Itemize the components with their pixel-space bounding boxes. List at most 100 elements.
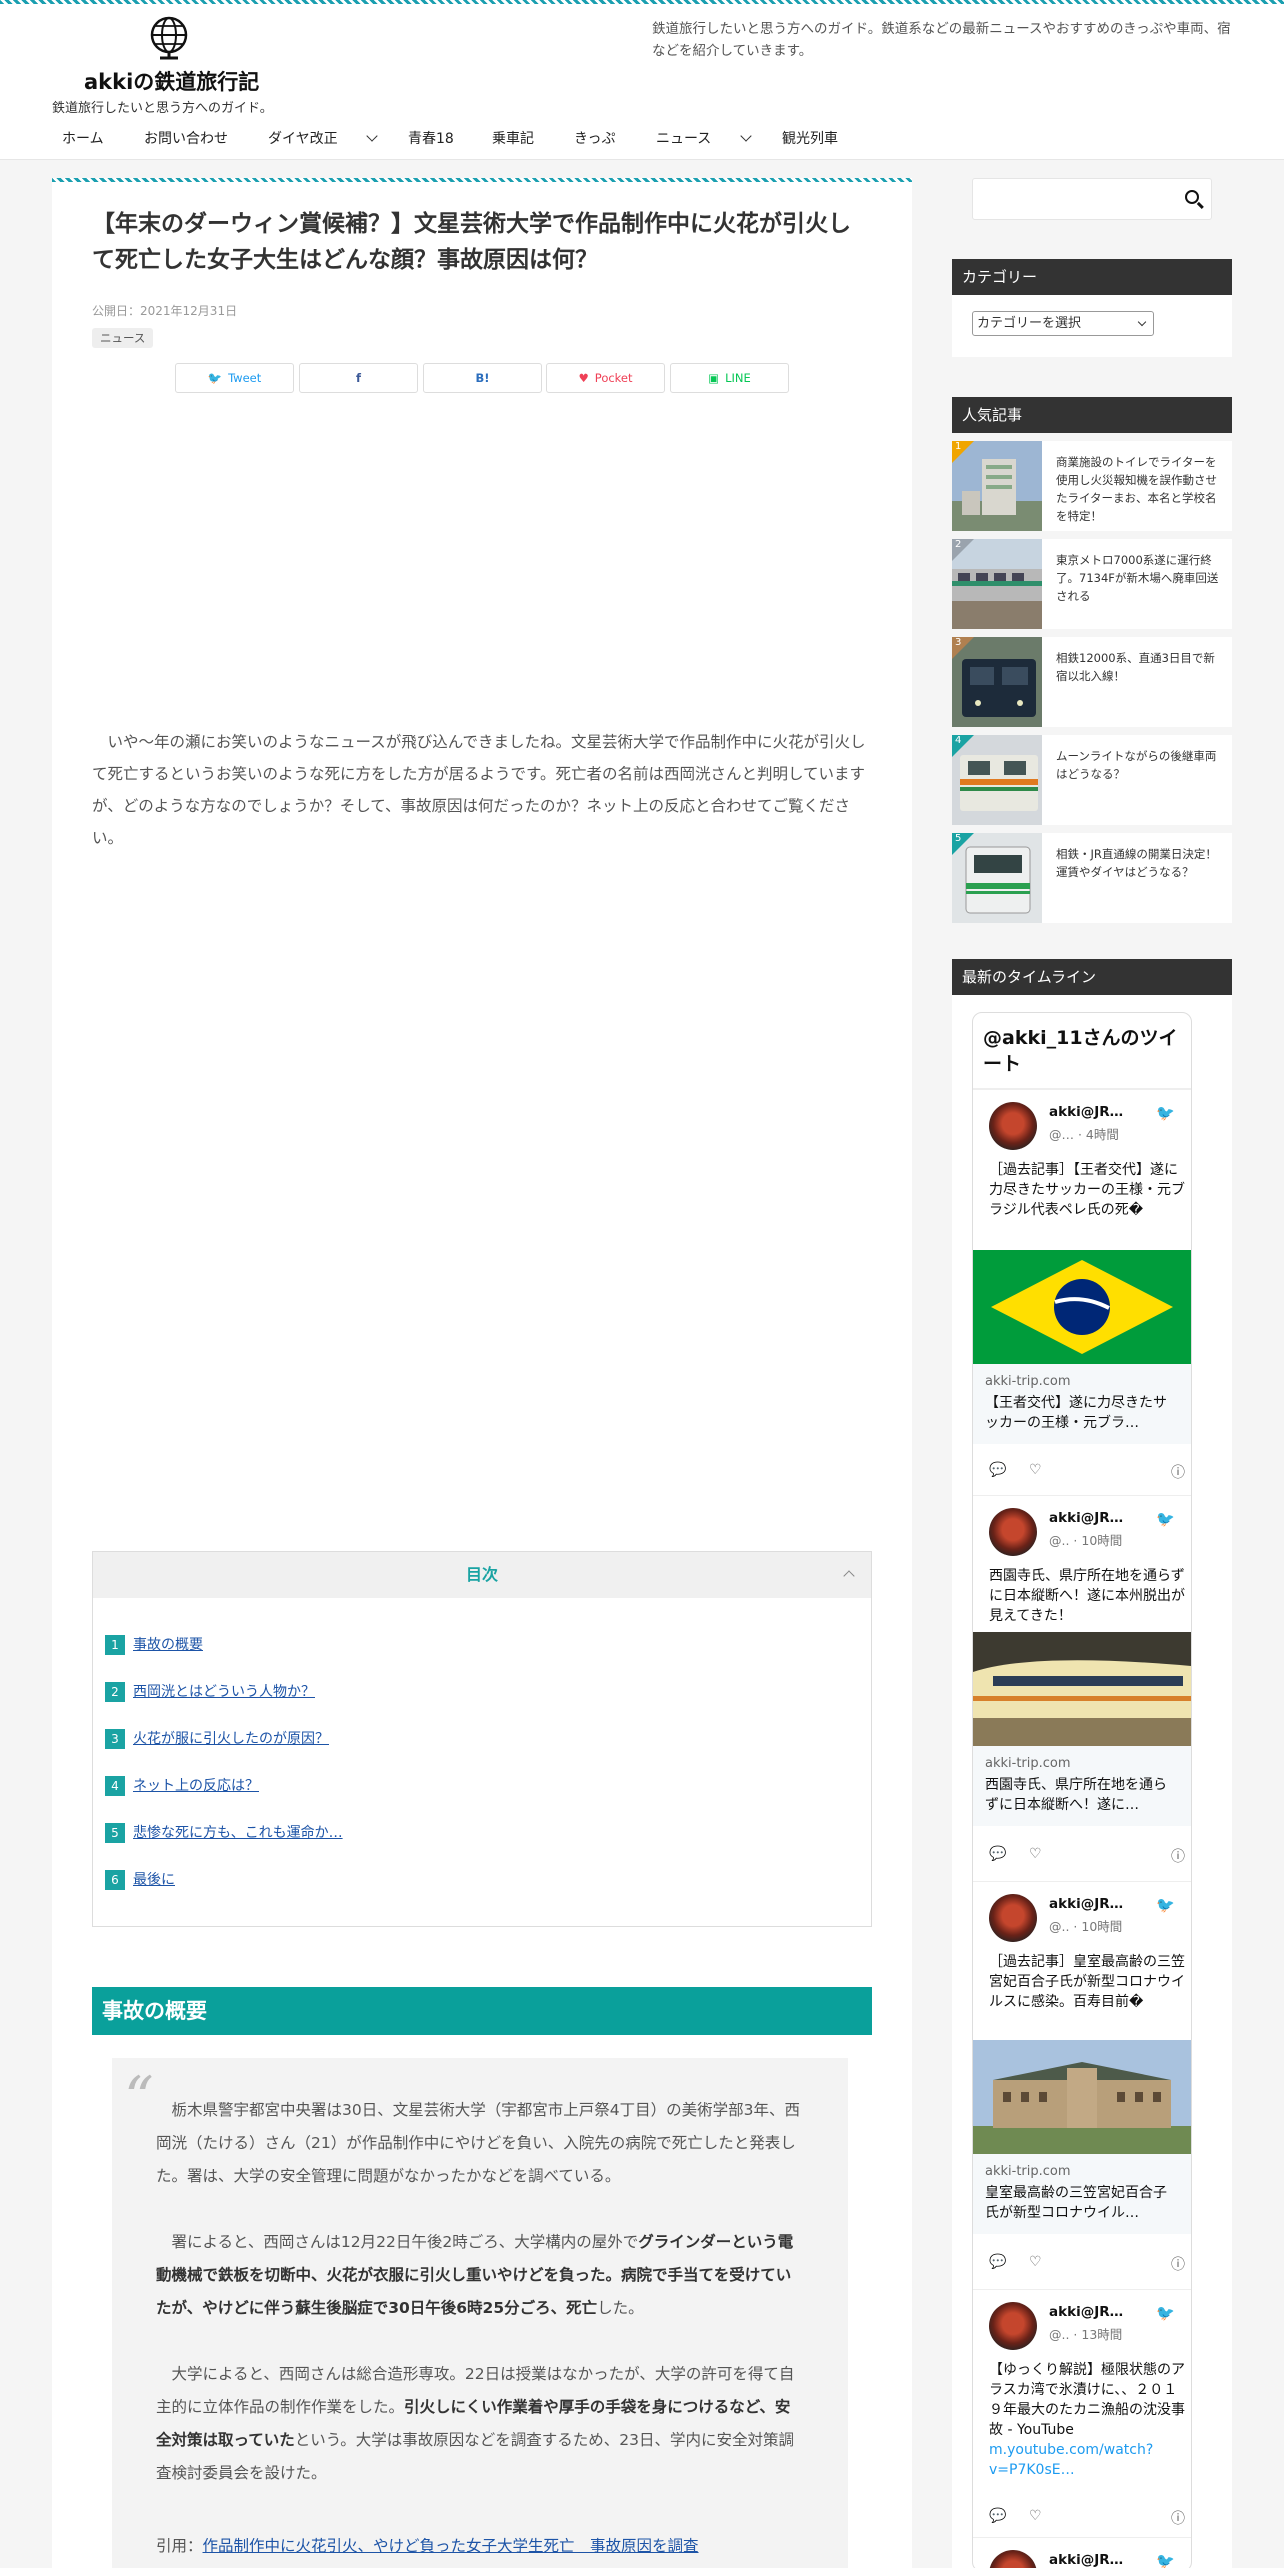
hatena-bookmark-button[interactable]: B! <box>423 363 542 393</box>
nav-item-timetable[interactable]: ダイヤ改正 <box>268 124 338 160</box>
info-icon[interactable]: ⓘ <box>1171 2508 1185 2528</box>
toc-link[interactable]: 最後に <box>133 1872 175 1888</box>
tweet-actions: 💬 ♡ ⓘ <box>989 2254 1185 2274</box>
tweet-author[interactable]: akki@JR… <box>1049 1896 1123 1912</box>
tweet[interactable]: akki@JR… @… · 4時間 🐦 ［過去記事］【王者交代】遂に力尽きたサッ… <box>973 1089 1191 1495</box>
nav-item-news[interactable]: ニュース <box>656 124 711 160</box>
reply-icon[interactable]: 💬 <box>989 2254 1006 2270</box>
reply-icon[interactable]: 💬 <box>989 2508 1006 2524</box>
reply-icon[interactable]: 💬 <box>989 1462 1006 1478</box>
info-icon[interactable]: ⓘ <box>1171 1846 1185 1866</box>
avatar[interactable] <box>989 2302 1037 2350</box>
toc-item[interactable]: 2 西岡洸とはどういう人物か？ <box>105 1681 315 1703</box>
avatar[interactable] <box>989 1508 1037 1556</box>
tweet-image[interactable] <box>973 1632 1191 1746</box>
tweet-image[interactable] <box>973 1250 1191 1364</box>
facebook-share-button[interactable]: f <box>299 363 418 393</box>
toc-item[interactable]: 1 事故の概要 <box>105 1634 203 1656</box>
tweet-image[interactable] <box>973 2040 1191 2154</box>
line-label: LINE <box>725 371 751 385</box>
avatar[interactable] <box>989 2550 1037 2568</box>
twitter-timeline[interactable]: @akki_11さんのツイート akki@JR… @… · 4時間 🐦 ［過去記… <box>972 1012 1192 2568</box>
quote-paragraph-1: 栃木県警宇都宮中央署は30日、文星芸術大学（宇都宮市上戸祭4丁目）の美術学部3年… <box>156 2101 800 2185</box>
search-input[interactable] <box>972 178 1212 220</box>
tweet-author[interactable]: akki@JR… <box>1049 1104 1123 1120</box>
tweet[interactable]: akki@JR… @.. · 13時間 🐦 【ゆっくり解説】極限状態のアラスカ湾… <box>973 2289 1191 2537</box>
timeline-header[interactable]: @akki_11さんのツイート <box>973 1013 1191 1089</box>
category-badge[interactable]: ニュース <box>92 328 154 348</box>
tweet-meta: @… · 4時間 <box>1049 1127 1119 1142</box>
timeline-widget-title: 最新のタイムライン <box>952 959 1232 995</box>
tweet[interactable]: akki@JR… @.. · 10時間 🐦 ［過去記事］皇室最高齢の三笠宮妃百合… <box>973 1881 1191 2289</box>
card-domain: akki-trip.com <box>985 1374 1071 1389</box>
toc-link[interactable]: 火花が服に引火したのが原因？ <box>133 1731 329 1747</box>
popular-item-title[interactable]: 相鉄12000系、直通3日目で新宿以北入線！ <box>1056 649 1224 685</box>
toc-link[interactable]: 事故の概要 <box>133 1637 203 1653</box>
line-share-button[interactable]: ▣ LINE <box>670 363 789 393</box>
tweet-text: ［過去記事］皇室最高齢の三笠宮妃百合子氏が新型コロナウイルスに感染。百寿目前� <box>989 1954 1185 2010</box>
nav-item-contact[interactable]: お問い合わせ <box>144 124 228 160</box>
toc-item[interactable]: 6 最後に <box>105 1869 175 1891</box>
avatar[interactable] <box>989 1894 1037 1942</box>
popular-item-title[interactable]: ムーンライトながらの後継車両はどうなる？ <box>1056 747 1224 783</box>
search-icon[interactable] <box>1185 190 1199 204</box>
like-icon[interactable]: ♡ <box>1029 2254 1042 2270</box>
popular-item[interactable]: 4 ムーンライトながらの後継車両はどうなる？ <box>952 735 1232 825</box>
card-domain: akki-trip.com <box>985 2164 1071 2179</box>
citation-link[interactable]: 作品制作中に火花引火、やけど負った女子大学生死亡 事故原因を調査 <box>203 2537 699 2555</box>
toc-item[interactable]: 5 悲惨な死に方も、これも運命か… <box>105 1822 343 1844</box>
quote-mark-icon: “ <box>124 2064 154 2132</box>
quote-text: 栃木県警宇都宮中央署は30日、文星芸術大学（宇都宮市上戸祭4丁目）の美術学部3年… <box>156 2094 802 2523</box>
section-heading: 事故の概要 <box>92 1987 872 2035</box>
popular-item-title[interactable]: 相鉄・JR直通線の開業日決定！運賃やダイヤはどうなる？ <box>1056 845 1224 881</box>
like-icon[interactable]: ♡ <box>1029 2508 1042 2524</box>
rank-number: 1 <box>955 441 962 452</box>
link-card[interactable]: akki-trip.com 皇室最高齢の三笠宮妃百合子氏が新型コロナウイル… <box>973 2154 1191 2234</box>
pocket-share-button[interactable]: ♥ Pocket <box>546 363 665 393</box>
main-nav: ホーム お問い合わせ ダイヤ改正 青春18 乗車記 きっぷ ニュース 観光列車 <box>0 124 1284 160</box>
toc-header[interactable]: 目次 <box>93 1552 871 1598</box>
tweet-author[interactable]: akki@JR… <box>1049 1510 1123 1526</box>
tweet-share-button[interactable]: 🐦 Tweet <box>175 363 294 393</box>
toc-item[interactable]: 3 火花が服に引火したのが原因？ <box>105 1728 329 1750</box>
toc-item[interactable]: 4 ネット上の反応は？ <box>105 1775 259 1797</box>
toc-link[interactable]: 西岡洸とはどういう人物か？ <box>133 1684 315 1700</box>
reply-icon[interactable]: 💬 <box>989 1846 1006 1862</box>
toc-number: 4 <box>105 1776 125 1796</box>
popular-item[interactable]: 3 相鉄12000系、直通3日目で新宿以北入線！ <box>952 637 1232 727</box>
tweet-text: 西園寺氏、県庁所在地を通らずに日本縦断へ！遂に本州脱出が見えてきた！ <box>989 1568 1185 1624</box>
nav-item-sightseeing-trains[interactable]: 観光列車 <box>782 124 838 160</box>
toc-link[interactable]: ネット上の反応は？ <box>133 1778 259 1794</box>
tweet-author[interactable]: akki@JR… <box>1049 2552 1123 2568</box>
info-icon[interactable]: ⓘ <box>1171 1462 1185 1482</box>
category-select[interactable]: カテゴリーを選択 <box>972 311 1154 336</box>
nav-item-seishun18[interactable]: 青春18 <box>408 124 454 160</box>
popular-item-title[interactable]: 商業施設のトイレでライターを使用し火災報知機を誤作動させたライターまお、本名と学… <box>1056 453 1224 525</box>
twitter-bird-icon: 🐦 <box>1156 2304 1175 2322</box>
popular-item[interactable]: 1 商業施設のトイレでライターを使用し火災報知機を誤作動させたライターまお、本名… <box>952 441 1232 531</box>
globe-logo-icon[interactable] <box>146 14 192 60</box>
site-title[interactable]: akkiの鉄道旅行記 <box>84 66 259 96</box>
chevron-up-icon[interactable] <box>843 1570 855 1582</box>
info-icon[interactable]: ⓘ <box>1171 2254 1185 2274</box>
citation-prefix: 引用： <box>156 2537 203 2555</box>
toc-link[interactable]: 悲惨な死に方も、これも運命か… <box>133 1825 343 1841</box>
popular-item-title[interactable]: 東京メトロ7000系遂に運行終了。7134Fが新木場へ廃車回送される <box>1056 551 1224 605</box>
popular-item[interactable]: 2 東京メトロ7000系遂に運行終了。7134Fが新木場へ廃車回送される <box>952 539 1232 629</box>
popular-item[interactable]: 5 相鉄・JR直通線の開業日決定！運賃やダイヤはどうなる？ <box>952 833 1232 923</box>
like-icon[interactable]: ♡ <box>1029 1462 1042 1478</box>
like-icon[interactable]: ♡ <box>1029 1846 1042 1862</box>
chevron-down-icon[interactable] <box>366 130 378 142</box>
nav-item-tickets[interactable]: きっぷ <box>574 124 615 160</box>
chevron-down-icon[interactable] <box>740 130 752 142</box>
tweet-link[interactable]: m.youtube.com/watch?v=P7K0sE… <box>989 2442 1153 2478</box>
tweet[interactable]: akki@JR… 🐦 <box>973 2537 1191 2568</box>
avatar[interactable] <box>989 1102 1037 1150</box>
link-card[interactable]: akki-trip.com 【王者交代】遂に力尽きたサッカーの王様・元ブラ… <box>973 1364 1191 1444</box>
tweet-actions: 💬 ♡ ⓘ <box>989 1846 1185 1866</box>
tweet[interactable]: akki@JR… @.. · 10時間 🐦 西園寺氏、県庁所在地を通らずに日本縦… <box>973 1495 1191 1881</box>
nav-item-home[interactable]: ホーム <box>62 124 104 160</box>
nav-item-ride-report[interactable]: 乗車記 <box>492 124 534 160</box>
tweet-author[interactable]: akki@JR… <box>1049 2304 1123 2320</box>
link-card[interactable]: akki-trip.com 西園寺氏、県庁所在地を通らずに日本縦断へ！遂に… <box>973 1746 1191 1826</box>
